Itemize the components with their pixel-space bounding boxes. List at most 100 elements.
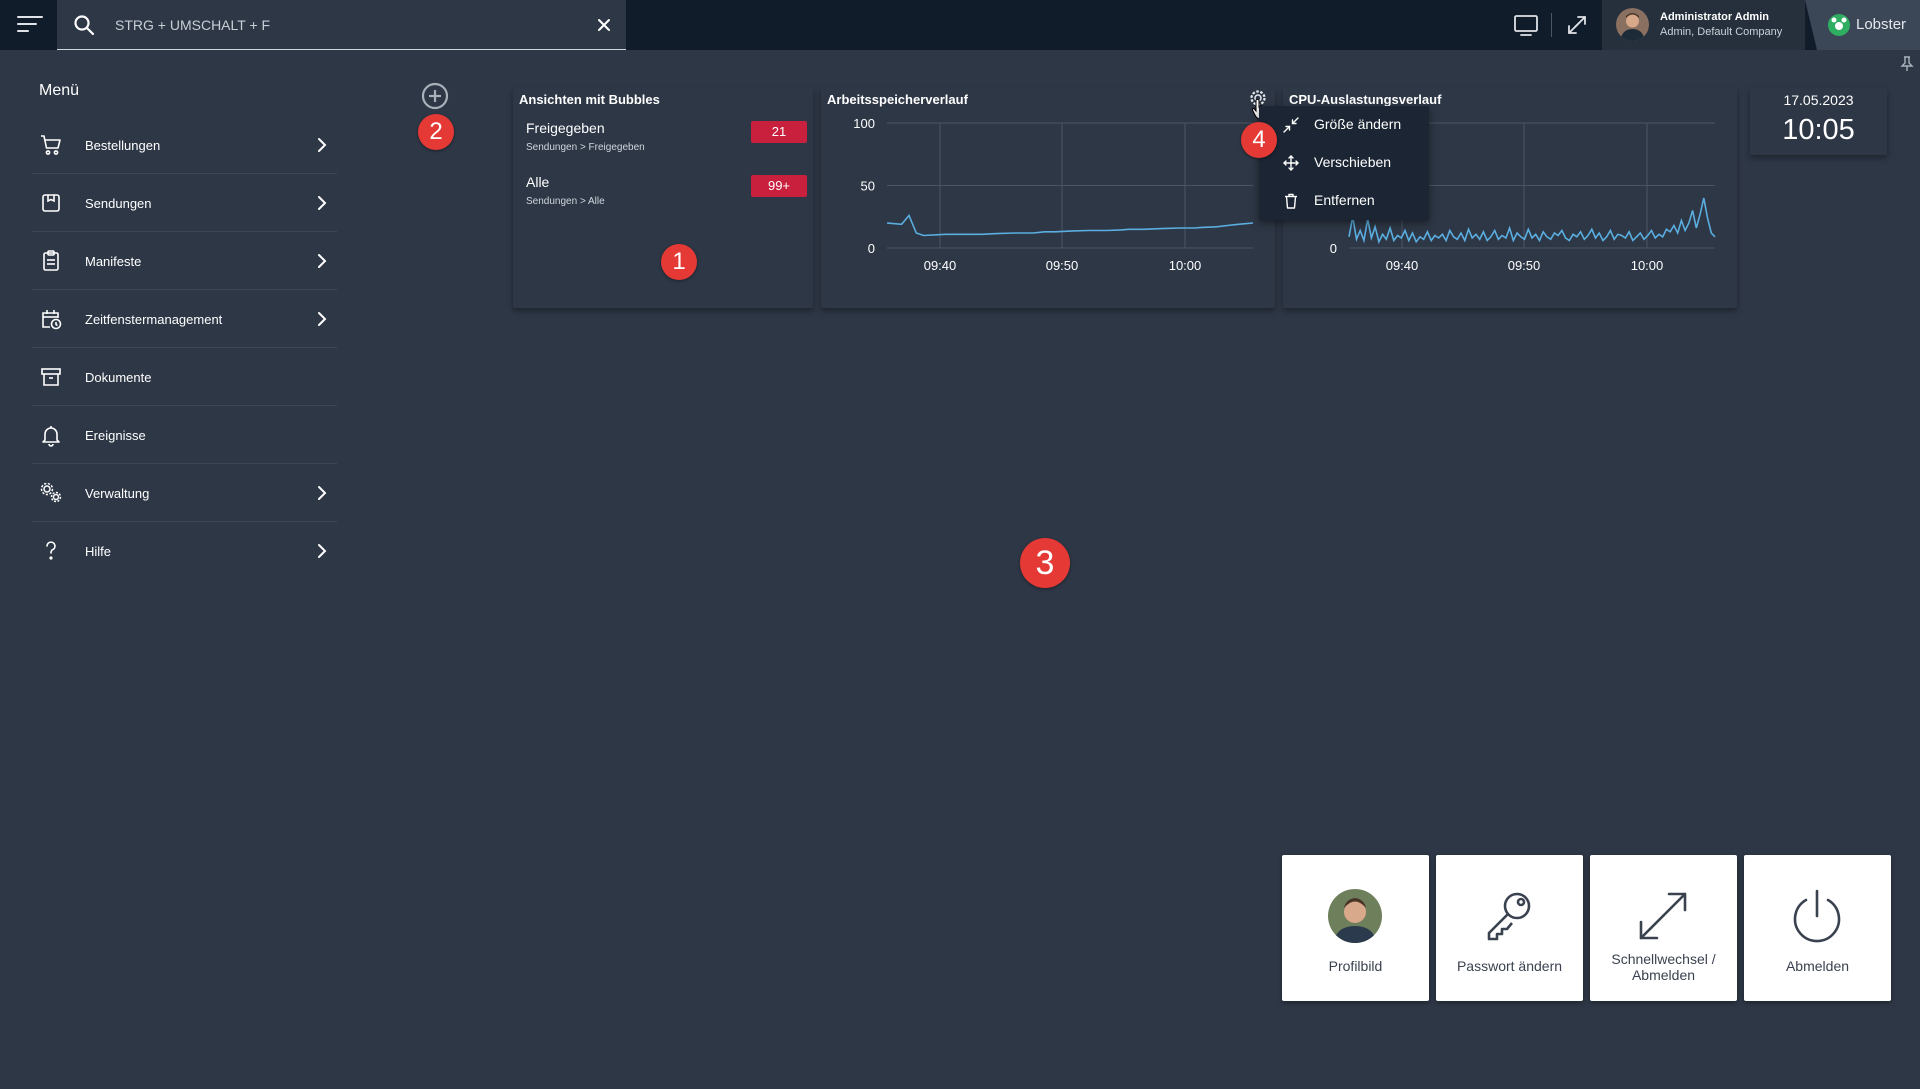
search-box [57,0,626,50]
y-tick-label: 0 [868,241,875,256]
series-line [886,213,1254,237]
hamburger-menu-icon[interactable] [17,15,47,35]
sidebar-item-label: Bestellungen [85,138,161,153]
y-tick-label: 100 [853,116,875,131]
bubble-path: Sendungen > Freigegeben [526,142,645,153]
close-icon[interactable] [592,13,616,37]
profile-photo-icon [1328,889,1382,943]
bubble-row-freigegeben[interactable]: Freigegeben Sendungen > Freigegeben 21 [526,120,807,170]
move-icon [1283,155,1299,171]
package-icon [42,194,60,212]
sidebar-item-zeitfenstermanagement[interactable]: Zeitfenstermanagement [32,290,337,348]
annotation-marker-3: 3 [1020,538,1070,588]
cart-icon [41,135,61,155]
chevron-right-icon [318,138,327,152]
user-company: Admin, Default Company [1660,26,1783,38]
annotation-marker-2: 2 [418,114,454,150]
tile-label: Passwort ändern [1456,958,1563,974]
sidebar-item-label: Hilfe [85,544,112,559]
x-tick-label: 09:40 [924,258,957,273]
brand-name: Lobster [1856,16,1907,33]
monitor-icon[interactable] [1512,12,1540,38]
bubbles-widget: Ansichten mit Bubbles Freigegeben Sendun… [513,88,813,308]
user-name: Administrator Admin [1660,11,1769,23]
quick-switch-icon[interactable] [1563,12,1591,38]
menu-item-move[interactable]: Verschieben [1259,144,1429,180]
annotation-marker-4: 4 [1241,122,1277,158]
switch-icon [1639,892,1687,940]
x-tick-label: 10:00 [1169,258,1202,273]
tile-label: Schnellwechsel / [1611,951,1716,967]
annotation-marker-1: 1 [661,244,697,280]
gears-icon [40,482,62,503]
widget-title: Ansichten mit Bubbles [519,92,660,107]
logout-tile[interactable]: Abmelden [1744,855,1891,1001]
sidebar-item-manifeste[interactable]: Manifeste [32,232,337,290]
count-badge: 21 [751,121,807,143]
sidebar-item-bestellungen[interactable]: Bestellungen [32,116,337,174]
power-icon [1793,889,1841,943]
toolbar-divider [1551,13,1552,37]
sidebar-item-sendungen[interactable]: Sendungen [32,174,337,232]
y-tick-label: 50 [861,179,875,194]
x-tick-label: 10:00 [1631,258,1664,273]
bubble-label: Alle [526,174,550,190]
search-icon[interactable] [72,13,96,37]
sidebar-item-label: Dokumente [85,370,152,385]
bubble-path: Sendungen > Alle [526,196,605,207]
pin-icon[interactable] [1900,56,1914,72]
y-tick-label: 0 [1330,241,1337,256]
tile-label: Abmelden [1785,958,1850,974]
avatar [1616,8,1649,41]
sidebar-item-label: Ereignisse [85,428,146,443]
x-tick-label: 09:50 [1508,258,1541,273]
x-tick-label: 09:50 [1046,258,1079,273]
menu-item-label: Verschieben [1314,154,1392,170]
memory-chart: 09:40 09:50 10:00 0 50 100 [853,116,1254,273]
quick-switch-logout-tile[interactable]: Schnellwechsel / Abmelden [1590,855,1737,1001]
search-input[interactable] [113,12,563,38]
memory-chart-widget: Arbeitsspeicherverlauf 09:40 09:50 10:00 0 5… [821,88,1275,308]
count-badge: 99+ [751,175,807,197]
bell-icon [42,426,60,447]
bubble-label: Freigegeben [526,120,605,136]
clock-widget: 17.05.2023 10:05 [1750,88,1887,155]
sidebar-menu: Bestellungen Sendungen Manifeste Zeitfen… [32,116,337,580]
tile-label: Abmelden [1631,967,1696,983]
menu-item-label: Entfernen [1314,192,1375,208]
sidebar-item-dokumente[interactable]: Dokumente [32,348,337,406]
calendar-clock-icon [42,310,62,330]
archive-icon [41,368,61,386]
sidebar-item-ereignisse[interactable]: Ereignisse [32,406,337,464]
menu-item-remove[interactable]: Entfernen [1259,182,1429,218]
sidebar-item-hilfe[interactable]: Hilfe [32,522,337,580]
brand-tab[interactable]: Lobster [1805,0,1920,50]
sidebar-item-label: Sendungen [85,196,152,211]
lobster-logo-icon [1828,14,1850,36]
sidebar-item-label: Zeitfenstermanagement [85,312,223,327]
change-password-tile[interactable]: Passwort ändern [1436,855,1583,1001]
menu-item-resize[interactable]: Größe ändern [1259,106,1429,142]
profile-picture-tile[interactable]: Profilbild [1282,855,1429,1001]
widget-context-menu: Größe ändern Verschieben Entfernen [1259,106,1429,220]
tile-label: Profilbild [1328,958,1383,974]
user-profile-button[interactable]: Administrator Admin Admin, Default Compa… [1602,0,1805,50]
chevron-right-icon [318,544,327,558]
sidebar-item-verwaltung[interactable]: Verwaltung [32,464,337,522]
chevron-right-icon [318,254,327,268]
chevron-right-icon [318,312,327,326]
add-widget-icon[interactable] [421,82,449,110]
key-icon [1487,892,1531,941]
bubble-row-alle[interactable]: Alle Sendungen > Alle 99+ [526,174,807,224]
clock-time: 10:05 [1782,114,1855,146]
x-tick-label: 09:40 [1386,258,1419,273]
chevron-right-icon [318,486,327,500]
top-bar: Administrator Admin Admin, Default Compa… [0,0,1920,50]
sidebar-item-label: Verwaltung [85,486,150,501]
clock-date: 17.05.2023 [1783,92,1854,108]
chevron-right-icon [318,196,327,210]
sidebar-item-label: Manifeste [85,254,142,269]
trash-icon [1285,193,1297,209]
resize-icon [1283,117,1299,133]
menu-title: Menü [39,82,80,99]
